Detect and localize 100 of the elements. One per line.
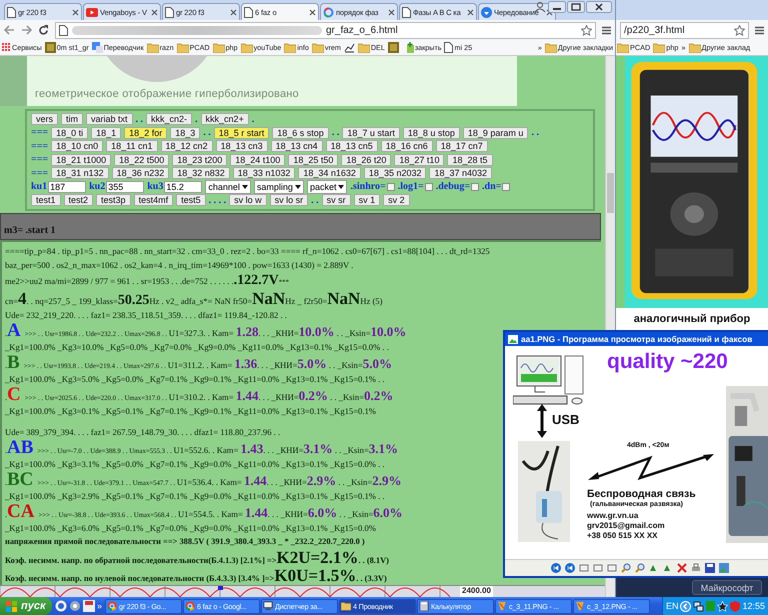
page-button[interactable]: 18_27 t10 [394, 154, 444, 166]
bullet-dot: . [5, 509, 7, 521]
input-field[interactable]: 187 [48, 180, 86, 193]
page-button[interactable]: test1 [31, 194, 61, 206]
start-button[interactable]: пуск [0, 597, 52, 615]
data-line: ====tip_p=84 . tip_p1=5 . nn_pac=88 . nn_start=32 . cm=33_0 . rez=2 . bo=33 ==== rf_n=1062 . cs0=67[67] . cs1=88[104] . . . dt_rd=1325 [5, 244, 490, 258]
address-field[interactable]: gr_faz_o_6.html [55, 22, 596, 38]
data-line: _Kg1=100.0% _Kg3=6.0% _Kg5=0.1% _Kg7=0.0% _Kg9=0.0% _Kg11=0.0% _Kg13=0.1% _Kg15=0.0% [5, 522, 376, 535]
page-button[interactable]: 18_21 t1000 [51, 154, 112, 166]
page-button[interactable]: sv lo w [229, 194, 267, 206]
checkbox-label: .debug= [436, 181, 470, 192]
page-button[interactable]: kkk_cn2+ [200, 113, 249, 126]
page-button[interactable]: 18_3 [170, 126, 200, 139]
dots-separator: . . [136, 114, 144, 125]
page-button[interactable]: 18_9 param u [462, 126, 528, 139]
page-button[interactable]: 18_32 n832 [172, 167, 230, 180]
desktop-label: Майкрософт [692, 580, 762, 595]
page-button[interactable]: 18_37 n4032 [429, 167, 492, 180]
address-field[interactable]: /p220_3f.html [620, 22, 749, 38]
data-line: cn=4. . nq=257_5 _ 199_klass=50.25Hz . v2_ adfa_s*= NaN fr50=NaNHz _ f2r50=NaNHz (5) [5, 290, 382, 308]
input-field[interactable]: 15.2 [164, 180, 202, 193]
page-button[interactable]: test2 [64, 194, 94, 206]
page-button[interactable]: 18_2 for [124, 126, 168, 139]
contact-line: www.gr.vn.ua [587, 511, 640, 521]
page-button[interactable]: test4mf [134, 194, 174, 206]
data-line: _Kg1=100.0% _Kg3=5.0% _Kg5=0.0% _Kg7=0.1% _Kg9=0.1% _Kg11=0.0% _Kg13=0.1% _Kg15=0.1% . . [5, 372, 385, 386]
usb-label: USB [552, 412, 580, 427]
dots-separator: . [252, 114, 254, 125]
page-button[interactable]: variab txt [86, 113, 133, 126]
page-button[interactable]: 18_7 u start [342, 126, 400, 139]
row-marker: === [31, 140, 48, 152]
page-button[interactable]: 18_16 cn6 [380, 140, 433, 152]
dropdown[interactable]: channel [205, 180, 251, 194]
contact-line: grv2015@gmail.com [587, 521, 665, 531]
dropdown[interactable]: sampling [254, 180, 304, 194]
page-button[interactable]: 18_22 t500 [114, 154, 170, 166]
page-button[interactable]: 18_25 t50 [288, 154, 338, 166]
page-button[interactable]: test5 [176, 194, 206, 206]
page-button[interactable]: 18_13 cn5 [326, 140, 378, 152]
page-button[interactable]: 18_23 t200 [172, 154, 228, 166]
picture-caption: аналогичный прибор [632, 312, 752, 327]
dots-separator: . . [311, 194, 319, 206]
row-marker: === [31, 154, 48, 166]
page-button[interactable]: 18_33 n1032 [232, 167, 296, 180]
data-line: _Kg1=100.0% _Kg3=2.9% _Kg5=0.1% _Kg7=0.1% _Kg9=0.0% _Kg11=0.0% _Kg13=0.1% _Kg15=0.1% . . [5, 490, 385, 503]
page-button[interactable]: 18_0 ti [51, 126, 88, 139]
page-button[interactable]: 18_5 r start [214, 126, 270, 139]
dots-separator: . . [531, 127, 539, 138]
page-button[interactable]: 18_26 t20 [341, 154, 392, 166]
page-button[interactable]: 18_8 u stop [402, 126, 460, 139]
dots-separator: . . [332, 127, 340, 138]
axis-reading: 2400.00 [460, 586, 493, 597]
page-button[interactable]: sv lo sr [270, 194, 308, 206]
page-button[interactable]: sv 2 [383, 194, 410, 206]
bullet-dot: . [5, 360, 7, 372]
row-marker: === [31, 168, 48, 179]
page-button[interactable]: sv 1 [354, 194, 380, 206]
phase-label: A [7, 322, 21, 338]
dropdown[interactable]: packet [306, 180, 348, 194]
dots-separator: . [195, 114, 198, 125]
data-line: _Kg1=100.0% _Kg3=3.1% _Kg5=0.0% _Kg7=0.1% _Kg9=0.0% _Kg11=0.0% _Kg13=0.1% _Kg15=0.0% . . [5, 458, 385, 471]
bullet-dot: . [5, 477, 7, 489]
window-title: aa1.PNG - Программа просмотра изображений и факсов [521, 334, 752, 344]
page-button[interactable]: sv sr [322, 194, 351, 206]
data-line: напряжения прямой последовательности ==> 388.5V ( 391.9_380.4_393.3 _ * _232.2_220.7_220.0 ) [5, 536, 365, 548]
phase-label: BC [7, 471, 34, 488]
page-button[interactable]: 18_6 s stop [272, 126, 329, 139]
page-button[interactable]: test3p [96, 194, 131, 206]
page-button[interactable]: 18_28 t5 [447, 154, 492, 166]
phase-label: C [7, 386, 21, 402]
page-button[interactable]: 18_36 n232 [112, 167, 170, 180]
page-button[interactable]: kkk_cn2- [146, 113, 192, 126]
checkbox-label: .log1= [398, 181, 424, 192]
phase-label: B [7, 354, 20, 370]
page-button[interactable]: 18_35 n2032 [364, 167, 426, 180]
page-button[interactable]: 18_31 n132 [51, 167, 109, 180]
data-line: Ude= 389_379_394. . . . faz1= 267.59_148.79_30. . . . dfaz1= 118.80_237.96 . . [5, 426, 280, 439]
page-button[interactable]: 18_11 cn1 [106, 140, 158, 152]
clock: 12:55 [742, 601, 765, 611]
page-button[interactable]: 18_13 cn3 [216, 140, 268, 152]
field-label: ku2 [89, 181, 106, 192]
page-button[interactable]: 18_10 cn0 [51, 140, 104, 152]
more-button[interactable]: » [97, 601, 102, 611]
data-line: _Kg1=100.0% _Kg3=0.1% _Kg5=0.1% _Kg7=0.1% _Kg9=0.1% _Kg11=0.0% _Kg13=0.1% _Kg15=0.1% [5, 404, 376, 418]
page-subtitle: геометрическое отображение гиперболизировано [35, 88, 300, 100]
page-button[interactable]: 18_24 t100 [230, 154, 286, 166]
page-button[interactable]: tim [61, 113, 84, 126]
page-button[interactable]: 18_13 cn4 [270, 140, 323, 152]
input-field[interactable]: 355 [106, 180, 144, 193]
data-line: baz_per=500 . os2_n_max=1062 . os2_kan=4 . n_irq_tim=14969*100 . pow=1633 (1430) = 2.889V . [5, 258, 354, 272]
dots-separator: . . [203, 127, 211, 138]
page-button[interactable]: 18_34 n1632 [298, 167, 361, 180]
page-button[interactable]: 18_1 [91, 126, 122, 139]
page-button[interactable]: 18_17 cn7 [436, 140, 488, 152]
bullet-dot: . [5, 445, 7, 457]
contact-line: +38 050 515 XX XX [587, 531, 658, 541]
page-button[interactable]: vers [31, 113, 58, 126]
row-marker: === [31, 127, 48, 138]
page-button[interactable]: 18_12 cn2 [160, 140, 213, 152]
phase-label: CA [7, 503, 34, 520]
